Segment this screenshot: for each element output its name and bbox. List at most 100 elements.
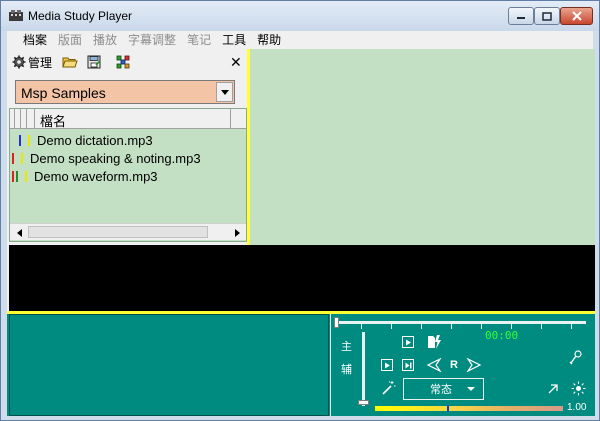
close-window-button[interactable]	[560, 7, 593, 25]
save-disk-icon	[87, 55, 101, 69]
video-area[interactable]	[9, 245, 595, 311]
step-forward-button[interactable]	[402, 359, 414, 371]
arrow-left-outline-icon	[426, 357, 442, 373]
progress-tick	[541, 324, 542, 329]
mode-select-value: 常态	[430, 384, 452, 396]
progress-tick	[421, 324, 422, 329]
arrow-up-right-icon	[548, 384, 558, 394]
header-col-filename[interactable]: 檔名	[40, 111, 66, 130]
play-icon	[384, 362, 390, 368]
app-film-icon	[8, 9, 24, 23]
scroll-left-button[interactable]	[11, 225, 27, 240]
file-name: Demo dictation.mp3	[37, 132, 153, 148]
time-display: 00:00	[485, 329, 519, 342]
microphone-icon	[569, 350, 582, 365]
chevron-down-icon	[220, 89, 229, 95]
tree-view-button[interactable]	[115, 53, 131, 71]
main-track-label: 主	[341, 341, 352, 353]
progress-tick	[361, 324, 362, 329]
menu-subtitle-adjust[interactable]: 字幕调整	[128, 31, 176, 49]
brightness-button[interactable]	[571, 381, 586, 399]
collection-select[interactable]: Msp Samples	[15, 80, 235, 104]
open-folder-icon	[62, 57, 78, 68]
volume-marker[interactable]	[447, 405, 449, 412]
header-col-mark4[interactable]	[27, 109, 35, 128]
list-item[interactable]: Demo dictation.mp3	[10, 131, 240, 149]
status-mark	[16, 170, 18, 182]
play-icon	[405, 339, 411, 345]
arrow-left-icon	[16, 228, 22, 237]
forward-arrow-button[interactable]	[466, 357, 482, 375]
scroll-thumb[interactable]	[28, 226, 208, 238]
menu-file[interactable]: 档案	[23, 31, 47, 49]
client-area: 管理 ✕ Msp Samples 檔名 Demo dictation.mp3 D…	[7, 49, 595, 416]
app-window: Media Study Player 档案 版面 播放 字幕调整 笔记 工具 帮…	[0, 0, 600, 421]
title-bar[interactable]: Media Study Player	[1, 1, 599, 31]
playlist-panel: 管理 ✕ Msp Samples 檔名 Demo dictation.mp3 D…	[7, 49, 247, 245]
maximize-button[interactable]	[534, 7, 560, 25]
progress-knob[interactable]	[334, 317, 339, 328]
magic-wand-icon	[382, 381, 396, 395]
close-icon	[571, 11, 582, 21]
sun-icon	[571, 381, 586, 396]
manage-button[interactable]: 管理	[12, 53, 52, 71]
file-flash-button[interactable]	[427, 334, 443, 353]
collection-select-value: Msp Samples	[21, 85, 106, 101]
mode-select[interactable]: 常态	[403, 378, 484, 400]
progress-tick	[571, 324, 572, 329]
progress-track[interactable]	[336, 321, 586, 324]
progress-tick	[391, 324, 392, 329]
horizontal-scrollbar[interactable]	[10, 223, 246, 240]
player-controls: 00:00 主 辅 R 常态 1.00	[330, 314, 593, 416]
file-name: Demo waveform.mp3	[34, 168, 158, 184]
menu-play[interactable]: 播放	[93, 31, 117, 49]
open-folder-button[interactable]	[62, 53, 78, 71]
main-play-button[interactable]	[402, 336, 414, 348]
menu-help[interactable]: 帮助	[257, 31, 281, 49]
scroll-right-button[interactable]	[229, 225, 245, 240]
minimize-icon	[517, 17, 525, 19]
tree-icon	[116, 55, 130, 69]
list-item[interactable]: Demo waveform.mp3	[10, 167, 240, 185]
playlist-toolbar: 管理 ✕	[7, 49, 247, 75]
file-list[interactable]: 檔名 Demo dictation.mp3 Demo speaking & no…	[9, 108, 247, 242]
arrow-right-outline-icon	[466, 357, 482, 373]
rewind-arrow-button[interactable]	[426, 357, 442, 375]
gear-icon	[12, 55, 26, 69]
menu-layout[interactable]: 版面	[58, 31, 82, 49]
repeat-label[interactable]: R	[450, 359, 458, 371]
sub-play-button[interactable]	[381, 359, 393, 371]
subtitle-panel[interactable]	[250, 49, 595, 245]
progress-tick	[451, 324, 452, 329]
status-mark	[12, 152, 14, 164]
status-mark	[21, 152, 23, 164]
volume-value: 1.00	[567, 402, 587, 413]
arrow-right-icon	[234, 228, 240, 237]
window-title: Media Study Player	[28, 9, 133, 23]
file-list-header: 檔名	[10, 109, 246, 129]
list-item[interactable]: Demo speaking & noting.mp3	[10, 149, 240, 167]
microphone-button[interactable]	[569, 350, 583, 369]
speed-slider-knob[interactable]	[358, 400, 369, 405]
status-mark	[25, 170, 27, 182]
collection-select-arrow[interactable]	[216, 82, 233, 102]
menu-notes[interactable]: 笔记	[187, 31, 211, 49]
sub-track-label: 辅	[341, 364, 352, 376]
file-name: Demo speaking & noting.mp3	[30, 150, 201, 166]
menu-tools[interactable]: 工具	[222, 31, 246, 49]
status-mark	[28, 134, 30, 146]
expand-button[interactable]	[547, 383, 559, 398]
waveform-area[interactable]	[9, 314, 329, 416]
close-panel-button[interactable]: ✕	[230, 53, 242, 71]
header-col-end	[230, 109, 231, 128]
minimize-button[interactable]	[508, 7, 534, 25]
maximize-icon	[542, 11, 552, 21]
bottom-area: 00:00 主 辅 R 常态 1.00	[7, 314, 595, 416]
speed-slider-track[interactable]	[362, 332, 365, 406]
volume-bar[interactable]	[375, 405, 563, 412]
progress-tick	[481, 324, 482, 329]
status-mark	[19, 134, 21, 146]
magic-wand-button[interactable]	[380, 380, 396, 399]
save-list-button[interactable]	[86, 53, 102, 71]
step-forward-icon	[405, 362, 411, 368]
